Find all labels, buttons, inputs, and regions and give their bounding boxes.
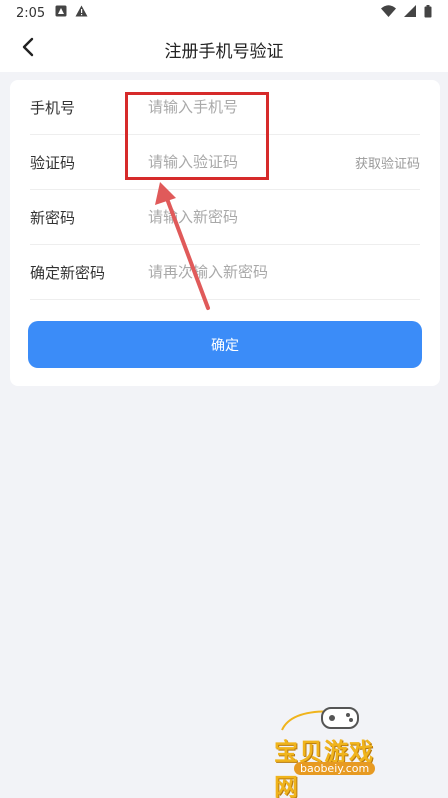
new-password-input[interactable] xyxy=(148,208,420,226)
new-password-label: 新密码 xyxy=(30,208,76,227)
form-card: 手机号 验证码 获取验证码 新密码 确定新密码 确定 xyxy=(10,80,440,386)
status-time: 2:05 xyxy=(16,5,46,21)
signal-icon xyxy=(404,5,416,21)
confirm-password-input[interactable] xyxy=(148,263,420,281)
chevron-left-icon xyxy=(21,37,35,61)
phone-input[interactable] xyxy=(148,98,420,116)
app-notification-icon xyxy=(55,5,67,21)
watermark-url: baobeiy.com xyxy=(294,762,376,775)
confirm-password-label: 确定新密码 xyxy=(30,263,106,282)
phone-row: 手机号 xyxy=(30,80,420,135)
confirm-button[interactable]: 确定 xyxy=(28,321,422,368)
page-title: 注册手机号验证 xyxy=(164,41,284,62)
new-password-row: 新密码 xyxy=(30,190,420,245)
confirm-password-row: 确定新密码 xyxy=(30,245,420,300)
watermark-text: 宝贝游戏网 xyxy=(274,738,374,798)
gamepad-icon xyxy=(281,707,359,731)
get-code-button[interactable]: 获取验证码 xyxy=(355,153,420,172)
back-button[interactable] xyxy=(14,35,42,63)
status-icons-left xyxy=(55,5,88,21)
wifi-icon xyxy=(381,5,396,21)
status-icons-right xyxy=(381,4,432,22)
status-bar: 2:05 xyxy=(0,0,448,26)
warning-icon xyxy=(75,5,88,21)
code-input[interactable] xyxy=(148,153,355,171)
phone-label: 手机号 xyxy=(30,98,76,117)
nav-bar: 注册手机号验证 xyxy=(0,26,448,72)
code-label: 验证码 xyxy=(30,153,76,172)
battery-icon xyxy=(424,4,432,22)
code-row: 验证码 获取验证码 xyxy=(30,135,420,190)
watermark-logo: 宝贝游戏网 baobeiy.com xyxy=(272,700,390,798)
